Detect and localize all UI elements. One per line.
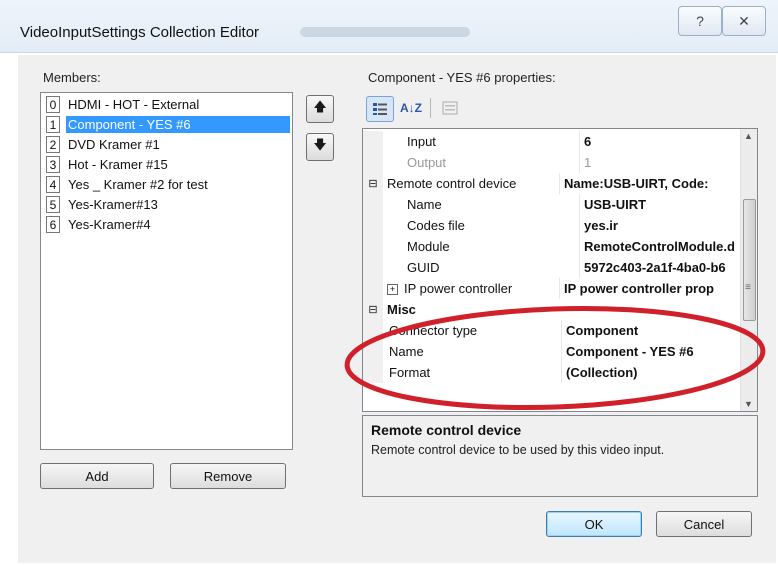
property-row-ip-power-controller[interactable]: + IP power controller IP power controller… — [363, 278, 741, 299]
categorized-icon — [373, 103, 387, 115]
blurred-subtitle — [300, 27, 470, 37]
member-item[interactable]: 2 DVD Kramer #1 — [46, 135, 290, 154]
alphabetical-button[interactable]: A↓Z — [398, 96, 424, 120]
property-name: Format — [389, 365, 431, 380]
grip-icon: ≡ — [745, 282, 751, 293]
property-row-input[interactable]: Input 6 — [363, 131, 741, 152]
move-down-button[interactable]: 🡇 — [306, 133, 334, 161]
property-row-output[interactable]: Output 1 — [363, 152, 741, 173]
member-name: HDMI - HOT - External — [68, 97, 200, 112]
member-item[interactable]: 0 HDMI - HOT - External — [46, 95, 290, 114]
scroll-down-icon[interactable]: ▼ — [744, 399, 753, 409]
property-value[interactable]: USB-UIRT — [579, 194, 741, 215]
member-index: 6 — [46, 216, 60, 233]
property-value[interactable]: 5972c403-2a1f-4ba0-b6 — [579, 257, 741, 278]
property-value[interactable]: Component — [561, 320, 741, 341]
property-row-codes-file[interactable]: Codes file yes.ir — [363, 215, 741, 236]
member-name: Yes _ Kramer #2 for test — [68, 177, 208, 192]
member-index: 3 — [46, 156, 60, 173]
property-value[interactable]: 6 — [579, 131, 741, 152]
property-name: Connector type — [389, 323, 478, 338]
property-name-text: IP power controller — [404, 281, 513, 296]
member-index: 0 — [46, 96, 60, 113]
member-index: 2 — [46, 136, 60, 153]
member-index: 1 — [46, 116, 60, 133]
description-text: Remote control device to be used by this… — [371, 443, 665, 457]
property-grid[interactable]: Input 6 Output 1 ⊟ Remote control device… — [362, 128, 758, 412]
member-item[interactable]: 6 Yes-Kramer#4 — [46, 215, 290, 234]
property-value[interactable]: IP power controller prop — [559, 278, 741, 299]
property-name: Name — [389, 344, 424, 359]
member-name: Hot - Kramer #15 — [68, 157, 168, 172]
description-title: Remote control device — [371, 422, 522, 438]
property-grid-scrollbar[interactable]: ▲ ≡ ▼ — [740, 129, 757, 411]
collapse-toggle-icon[interactable]: ⊟ — [363, 299, 383, 320]
arrow-down-icon: 🡇 — [313, 137, 327, 152]
property-name: + IP power controller — [383, 278, 559, 299]
property-row-connector-type[interactable]: Connector type Component — [363, 320, 741, 341]
member-name: DVD Kramer #1 — [68, 137, 160, 152]
property-value[interactable]: yes.ir — [579, 215, 741, 236]
close-icon: ✕ — [738, 12, 750, 29]
property-name: Module — [407, 239, 450, 254]
member-item[interactable]: 4 Yes _ Kramer #2 for test — [46, 175, 290, 194]
property-name: Codes file — [407, 218, 465, 233]
member-index: 4 — [46, 176, 60, 193]
category-name: Misc — [387, 302, 416, 317]
move-up-button[interactable]: 🡅 — [306, 95, 334, 123]
property-pages-button[interactable] — [438, 96, 462, 120]
properties-label: Component - YES #6 properties: — [368, 70, 556, 85]
window-title: VideoInputSettings Collection Editor — [20, 24, 260, 41]
property-value[interactable]: Component - YES #6 — [561, 341, 741, 362]
close-button[interactable]: ✕ — [722, 6, 766, 36]
members-list[interactable]: 0 HDMI - HOT - External 1 Component - YE… — [40, 92, 293, 450]
member-name: Yes-Kramer#4 — [68, 217, 151, 232]
property-value[interactable]: (Collection) — [561, 362, 741, 383]
scroll-up-icon[interactable]: ▲ — [744, 131, 753, 141]
property-value[interactable]: RemoteControlModule.d — [579, 236, 741, 257]
member-index: 5 — [46, 196, 60, 213]
property-name: Name — [407, 197, 442, 212]
arrow-up-icon: 🡅 — [313, 99, 327, 114]
property-row-guid[interactable]: GUID 5972c403-2a1f-4ba0-b6 — [363, 257, 741, 278]
title-bar: VideoInputSettings Collection Editor ? ✕ — [0, 0, 778, 53]
property-name: Output — [407, 155, 447, 170]
property-name: Remote control device — [387, 176, 517, 191]
property-description-panel: Remote control device Remote control dev… — [362, 415, 758, 497]
property-row-rc-name[interactable]: Name USB-UIRT — [363, 194, 741, 215]
help-icon: ? — [696, 13, 704, 29]
member-item[interactable]: 5 Yes-Kramer#13 — [46, 195, 290, 214]
property-row-format[interactable]: Format (Collection) — [363, 362, 741, 383]
ok-button[interactable]: OK — [546, 511, 642, 537]
scrollbar-thumb[interactable] — [743, 199, 756, 321]
property-name: Input — [407, 134, 436, 149]
help-button[interactable]: ? — [678, 6, 722, 36]
remove-button[interactable]: Remove — [170, 463, 286, 489]
member-item-selected[interactable]: 1 Component - YES #6 — [46, 115, 290, 134]
property-row-module[interactable]: Module RemoteControlModule.d — [363, 236, 741, 257]
property-row-remote-control-device[interactable]: ⊟ Remote control device Name:USB-UIRT, C… — [363, 173, 741, 194]
toolbar-separator — [430, 98, 431, 118]
sort-az-icon: A↓Z — [400, 101, 422, 115]
property-name: GUID — [407, 260, 440, 275]
cancel-button[interactable]: Cancel — [656, 511, 752, 537]
property-value — [559, 299, 741, 320]
categorized-button[interactable] — [366, 96, 394, 122]
collapse-toggle-icon[interactable]: ⊟ — [363, 173, 383, 194]
property-value: 1 — [579, 152, 741, 173]
members-label: Members: — [43, 70, 101, 85]
add-button[interactable]: Add — [40, 463, 154, 489]
property-pages-icon — [442, 101, 458, 115]
property-value[interactable]: Name:USB-UIRT, Code: — [559, 173, 741, 194]
expand-icon[interactable]: + — [387, 284, 398, 296]
member-name: Yes-Kramer#13 — [68, 197, 158, 212]
property-category-misc[interactable]: ⊟ Misc — [363, 299, 741, 320]
member-item[interactable]: 3 Hot - Kramer #15 — [46, 155, 290, 174]
property-row-name[interactable]: Name Component - YES #6 — [363, 341, 741, 362]
member-name: Component - YES #6 — [66, 116, 290, 133]
